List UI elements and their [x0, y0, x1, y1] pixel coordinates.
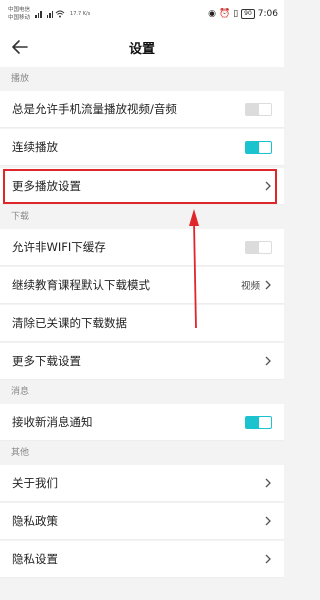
chevron-right-icon	[265, 554, 271, 564]
wifi-icon	[55, 10, 65, 17]
clock: 7:06	[257, 8, 278, 19]
row-label: 继续教育课程默认下载模式	[12, 278, 150, 292]
continuous-play-toggle[interactable]	[245, 140, 272, 154]
eye-icon: ◉	[208, 8, 216, 19]
row-clear-downloads[interactable]: 清除已关课的下载数据	[0, 305, 284, 342]
row-label: 接收新消息通知	[12, 415, 93, 429]
row-about-us[interactable]: 关于我们	[0, 465, 284, 502]
section-header-messages: 消息	[0, 381, 284, 404]
alarm-icon: ⏰	[218, 8, 231, 19]
row-more-playback-settings[interactable]: 更多播放设置	[0, 168, 284, 205]
page-title: 设置	[128, 41, 155, 57]
carrier-1: 中国电信	[8, 6, 31, 13]
vibrate-icon: ▯	[233, 8, 239, 19]
carrier-2: 中国移动	[8, 14, 31, 21]
row-label: 隐私设置	[12, 552, 58, 566]
row-label: 更多下载设置	[12, 354, 81, 368]
row-more-download-settings[interactable]: 更多下载设置	[0, 343, 284, 380]
row-privacy-policy[interactable]: 隐私政策	[0, 503, 284, 540]
network-speed: 17.7 K/s	[70, 10, 91, 17]
carriers: 中国电信 中国移动	[8, 6, 30, 22]
row-label: 清除已关课的下载数据	[12, 316, 127, 330]
chevron-right-icon	[265, 478, 271, 488]
battery-indicator: 90	[241, 8, 255, 19]
non-wifi-cache-toggle[interactable]	[245, 240, 272, 254]
row-mobile-data-play[interactable]: 总是允许手机流量播放视频/音频	[0, 91, 284, 128]
section-header-other: 其他	[0, 442, 284, 465]
status-left: 中国电信 中国移动 17.7 K/s	[8, 6, 90, 22]
row-non-wifi-cache[interactable]: 允许非WIFI下缓存	[0, 229, 284, 266]
section-header-playback: 播放	[0, 68, 284, 91]
chevron-right-icon	[265, 181, 271, 191]
row-label: 总是允许手机流量播放视频/音频	[12, 102, 177, 116]
status-bar: 中国电信 中国移动 17.7 K/s ◉ ⏰ ▯ 90 7:06	[0, 0, 284, 27]
status-right: ◉ ⏰ ▯ 90 7:06	[208, 8, 278, 19]
row-privacy-settings[interactable]: 隐私设置	[0, 541, 284, 578]
signal-icon	[35, 10, 42, 18]
new-message-notify-toggle[interactable]	[245, 415, 272, 429]
row-label: 连续播放	[12, 140, 58, 154]
row-label: 更多播放设置	[12, 179, 81, 193]
back-arrow-icon[interactable]	[10, 37, 30, 57]
app-header: 设置	[0, 27, 284, 67]
row-label: 允许非WIFI下缓存	[12, 240, 106, 254]
row-default-download-mode[interactable]: 继续教育课程默认下载模式 视频	[0, 267, 284, 304]
chevron-right-icon	[265, 516, 271, 526]
section-header-download: 下载	[0, 206, 284, 229]
row-continuous-play[interactable]: 连续播放	[0, 129, 284, 166]
signal-icon-2	[46, 10, 54, 18]
download-mode-value: 视频	[240, 281, 260, 292]
chevron-right-icon	[265, 356, 271, 366]
mobile-data-play-toggle[interactable]	[245, 102, 272, 116]
chevron-right-icon	[265, 280, 271, 290]
row-new-message-notify[interactable]: 接收新消息通知	[0, 404, 284, 441]
row-label: 隐私政策	[12, 514, 58, 528]
row-label: 关于我们	[12, 476, 58, 490]
